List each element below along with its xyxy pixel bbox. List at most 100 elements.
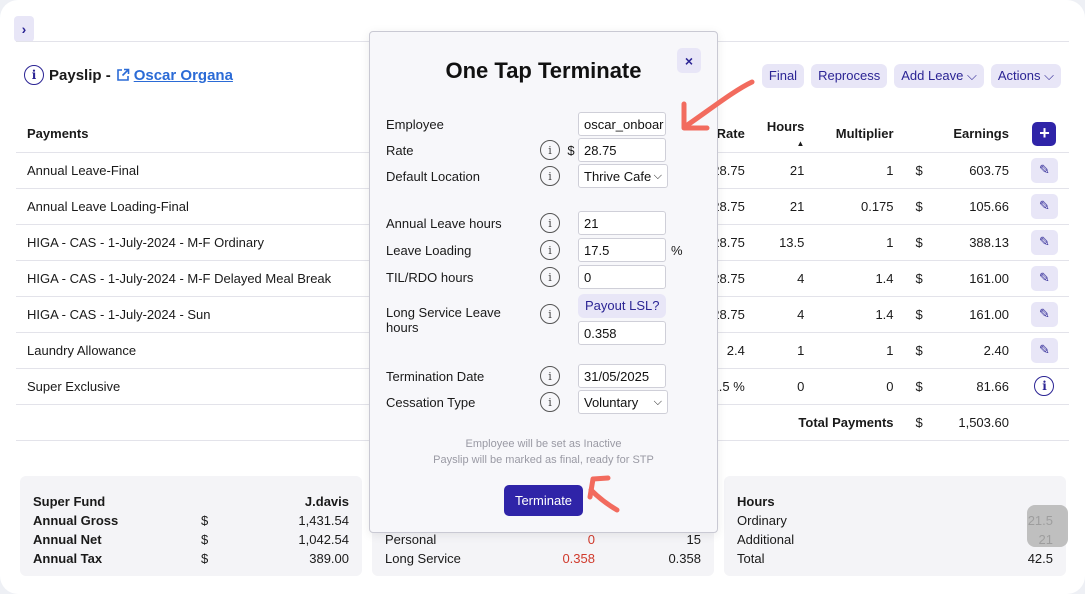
payment-action-cell: ✎ — [1019, 224, 1069, 261]
employee-link[interactable]: Oscar Organa — [116, 67, 233, 84]
final-button[interactable]: Final — [761, 64, 805, 88]
info-icon[interactable]: i — [540, 240, 560, 260]
edit-payment-button[interactable]: ✎ — [1030, 157, 1058, 183]
employee-label: Employee — [386, 116, 444, 132]
payment-multiplier: 1 — [815, 332, 905, 369]
actions-label: Actions — [997, 68, 1041, 83]
lsl-controls: Payout LSL? 0.358 — [578, 294, 667, 345]
dialog-note-final: Payslip will be marked as final, ready f… — [433, 454, 654, 466]
cessation-type-value: Voluntary — [584, 394, 639, 410]
default-location-select[interactable]: Thrive Cafe ⌵ — [578, 164, 668, 188]
summary-row: Annual Gross $1,431.54 — [33, 511, 349, 530]
payment-hours: 21 — [755, 152, 816, 189]
annual-leave-field[interactable]: 21 — [578, 211, 666, 235]
terminate-button[interactable]: Terminate — [504, 485, 583, 516]
employee-row: Employee oscar_onboar — [386, 112, 666, 136]
payment-action-cell: ✎ — [1019, 296, 1069, 333]
annual-leave-row: Annual Leave hours i 21 — [386, 211, 666, 235]
cessation-type-row: Cessation Type i Voluntary ⌵ — [386, 390, 668, 414]
hours-rows: Ordinary21.5Additional21 Total 42.5 — [737, 511, 1053, 568]
close-button[interactable]: × — [677, 48, 701, 73]
lsl-row: Long Service Leave hours i Payout LSL? 0… — [386, 294, 667, 345]
chevron-down-icon: ⌵ — [967, 68, 977, 83]
payment-currency: $ — [904, 260, 934, 297]
termination-date-row: Termination Date i 31/05/2025 — [386, 364, 666, 388]
info-icon[interactable]: i — [540, 213, 560, 233]
payment-earnings: 161.00 — [933, 260, 1020, 297]
payment-action-cell: ✎ — [1019, 152, 1069, 189]
annual-leave-label: Annual Leave hours — [386, 215, 502, 231]
employee-field[interactable]: oscar_onboar — [578, 112, 666, 136]
scrollbar-thumb[interactable] — [1027, 505, 1068, 547]
edit-payment-button[interactable]: ✎ — [1030, 301, 1058, 327]
actions-menu-button[interactable]: Actions ⌵ — [990, 64, 1061, 88]
payment-multiplier: 0.175 — [815, 188, 905, 225]
leave-label: Personal — [385, 532, 437, 547]
payment-earnings: 105.66 — [933, 188, 1020, 225]
edit-payment-button[interactable]: ✎ — [1030, 193, 1058, 219]
payment-multiplier: 0 — [815, 368, 905, 405]
lsl-field[interactable]: 0.358 — [578, 321, 666, 345]
payment-hours: 4 — [755, 260, 816, 297]
payment-earnings: 161.00 — [933, 296, 1020, 333]
info-icon[interactable]: i — [540, 140, 560, 160]
info-icon[interactable]: i — [24, 65, 44, 85]
chevron-down-icon: ⌵ — [1044, 68, 1054, 83]
payslip-actions: Final Reprocess Add Leave ⌵ Actions ⌵ — [761, 64, 1061, 88]
payslip-page: › i Payslip - Oscar Organa Final Reproce… — [0, 0, 1085, 594]
payout-lsl-button[interactable]: Payout LSL? — [578, 294, 667, 318]
leave-loading-field[interactable]: 17.5 — [578, 238, 666, 262]
super-fund-row: Super Fund J.davis — [33, 492, 349, 511]
add-leave-button[interactable]: Add Leave ⌵ — [894, 64, 984, 88]
info-icon[interactable]: i — [1034, 376, 1055, 396]
til-rdo-field[interactable]: 0 — [578, 265, 666, 289]
info-icon[interactable]: i — [540, 267, 560, 287]
summary-currency: $ — [201, 532, 209, 547]
super-fund-value: J.davis — [304, 494, 349, 509]
edit-payment-button[interactable]: ✎ — [1030, 265, 1058, 291]
rate-field[interactable]: 28.75 — [578, 138, 666, 162]
payment-multiplier: 1.4 — [815, 296, 905, 333]
payment-multiplier: 1 — [815, 224, 905, 261]
total-payments-label: Total Payments — [798, 414, 894, 430]
reprocess-button[interactable]: Reprocess — [811, 64, 888, 88]
total-currency: $ — [904, 404, 934, 441]
info-icon[interactable]: i — [540, 166, 560, 186]
summary-rows: Annual Gross $1,431.54 Annual Net $1,042.54… — [33, 511, 349, 568]
payment-multiplier: 1.4 — [815, 260, 905, 297]
add-payment-button[interactable]: + — [1032, 121, 1057, 146]
column-header-currency — [904, 116, 934, 153]
edit-payment-button[interactable]: ✎ — [1030, 229, 1058, 255]
info-icon[interactable]: i — [540, 304, 560, 324]
column-header-hours[interactable]: Hours ▲ — [755, 116, 816, 153]
leave-loading-row: Leave Loading i 17.5 % — [386, 238, 683, 262]
hours-label: Ordinary — [737, 513, 787, 528]
termination-date-field[interactable]: 31/05/2025 — [578, 364, 666, 388]
cessation-type-select[interactable]: Voluntary ⌵ — [578, 390, 668, 414]
summary-currency: $ — [201, 513, 209, 528]
leave-loading-label: Leave Loading — [386, 242, 472, 258]
summary-label: Annual Tax — [33, 551, 103, 566]
column-header-earnings[interactable]: Earnings — [933, 116, 1020, 153]
hours-value: 42.5 — [1027, 551, 1053, 566]
edit-payment-button[interactable]: ✎ — [1030, 337, 1058, 363]
payment-currency: $ — [904, 224, 934, 261]
summary-value: 1,042.54 — [298, 532, 349, 547]
external-link-icon — [116, 68, 130, 81]
leave-balance: 15 — [686, 532, 701, 547]
info-icon[interactable]: i — [540, 366, 560, 386]
add-leave-label: Add Leave — [901, 68, 964, 83]
info-icon[interactable]: i — [540, 392, 560, 412]
close-icon: × — [684, 52, 694, 69]
leave-row: Long Service 0.358 0.358 — [385, 549, 701, 568]
til-rdo-row: TIL/RDO hours i 0 — [386, 265, 666, 289]
column-header-multiplier[interactable]: Multiplier — [815, 116, 905, 153]
summary-value: 1,431.54 — [298, 513, 349, 528]
hours-row: Additional21 — [737, 530, 1053, 549]
sidebar-toggle-button[interactable]: › — [14, 16, 34, 42]
til-rdo-label: TIL/RDO hours — [386, 269, 474, 285]
payment-currency: $ — [904, 332, 934, 369]
employee-link-text: Oscar Organa — [133, 66, 233, 84]
payment-currency: $ — [904, 296, 934, 333]
default-location-row: Default Location i Thrive Cafe ⌵ — [386, 164, 668, 188]
